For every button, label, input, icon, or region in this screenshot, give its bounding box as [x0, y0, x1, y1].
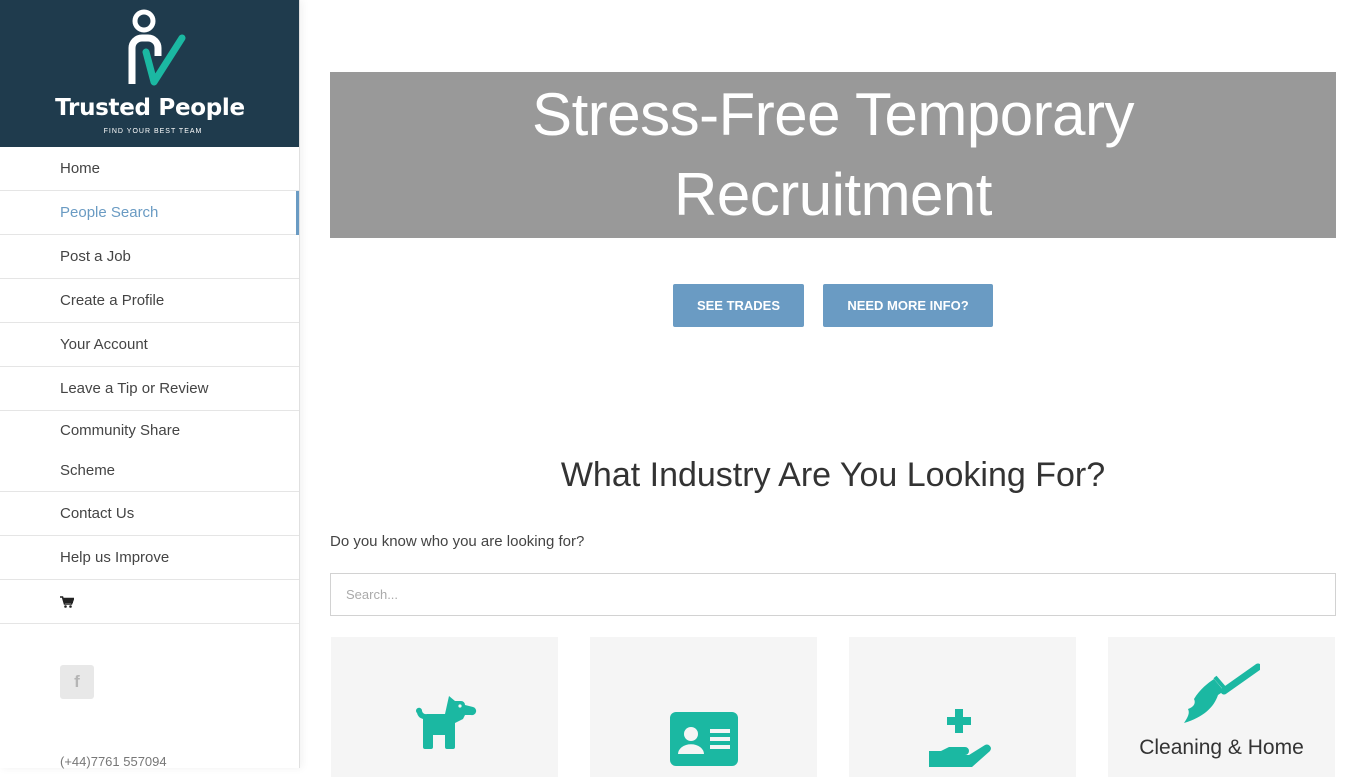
industry-card-admin[interactable] — [590, 637, 817, 777]
nav-label: Create a Profile — [60, 292, 165, 309]
id-card-icon — [670, 712, 738, 766]
nav-label: Leave a Tip or Review — [60, 380, 209, 397]
hero-banner: Stress-Free Temporary Recruitment — [330, 72, 1336, 238]
nav-item-community-share[interactable]: Community Share Scheme — [0, 411, 299, 492]
dog-icon — [416, 696, 477, 749]
need-more-info-button[interactable]: NEED MORE INFO? — [823, 284, 993, 327]
nav-item-people-search[interactable]: People Search — [0, 191, 299, 235]
industry-card-pets[interactable] — [331, 637, 558, 777]
nav-label: Home — [60, 160, 101, 177]
main-nav: Home People Search Post a Job Create a P… — [0, 147, 299, 624]
facebook-icon[interactable]: f — [60, 665, 94, 699]
nav-label: Community Share Scheme — [60, 422, 181, 479]
nav-item-help-improve[interactable]: Help us Improve — [0, 536, 299, 580]
main-content: Stress-Free Temporary Recruitment SEE TR… — [300, 0, 1366, 777]
brand-name: Trusted People — [55, 95, 245, 121]
broom-icon — [1184, 663, 1260, 723]
logo-mark-icon — [128, 9, 186, 86]
nav-item-create-profile[interactable]: Create a Profile — [0, 279, 299, 323]
hero-title-line1: Stress-Free Temporary — [532, 81, 1134, 148]
nav-item-home[interactable]: Home — [0, 147, 299, 191]
industry-heading: What Industry Are You Looking For? — [560, 456, 1106, 494]
shopping-cart-icon — [60, 595, 74, 608]
nav-item-post-a-job[interactable]: Post a Job — [0, 235, 299, 279]
nav-label: Help us Improve — [60, 549, 170, 566]
sidebar: Trusted People FIND YOUR BEST TEAM Home … — [0, 0, 300, 769]
nav-label: Contact Us — [60, 505, 135, 522]
nav-item-cart[interactable] — [0, 580, 299, 624]
phone-number: (+44)7761 557094 — [60, 754, 167, 769]
hand-medical-icon — [929, 709, 991, 767]
industry-card-healthcare[interactable] — [849, 637, 1076, 777]
cta-buttons: SEE TRADES NEED MORE INFO? — [673, 284, 993, 327]
search-question: Do you know who you are looking for? — [330, 533, 585, 550]
industry-cards: Cleaning & Home — [331, 637, 1335, 777]
search-input[interactable] — [330, 573, 1336, 616]
nav-label: Your Account — [60, 336, 148, 353]
logo[interactable]: Trusted People FIND YOUR BEST TEAM — [0, 0, 299, 147]
industry-card-label: Cleaning & Home — [1139, 736, 1304, 759]
nav-label: People Search — [60, 204, 159, 221]
industry-card-cleaning[interactable]: Cleaning & Home — [1108, 637, 1335, 777]
see-trades-button[interactable]: SEE TRADES — [673, 284, 804, 327]
nav-item-leave-tip[interactable]: Leave a Tip or Review — [0, 367, 299, 411]
hero-title-line2: Recruitment — [674, 161, 992, 228]
nav-label: Post a Job — [60, 248, 131, 265]
nav-item-your-account[interactable]: Your Account — [0, 323, 299, 367]
nav-item-contact-us[interactable]: Contact Us — [0, 492, 299, 536]
brand-tagline: FIND YOUR BEST TEAM — [103, 128, 203, 135]
